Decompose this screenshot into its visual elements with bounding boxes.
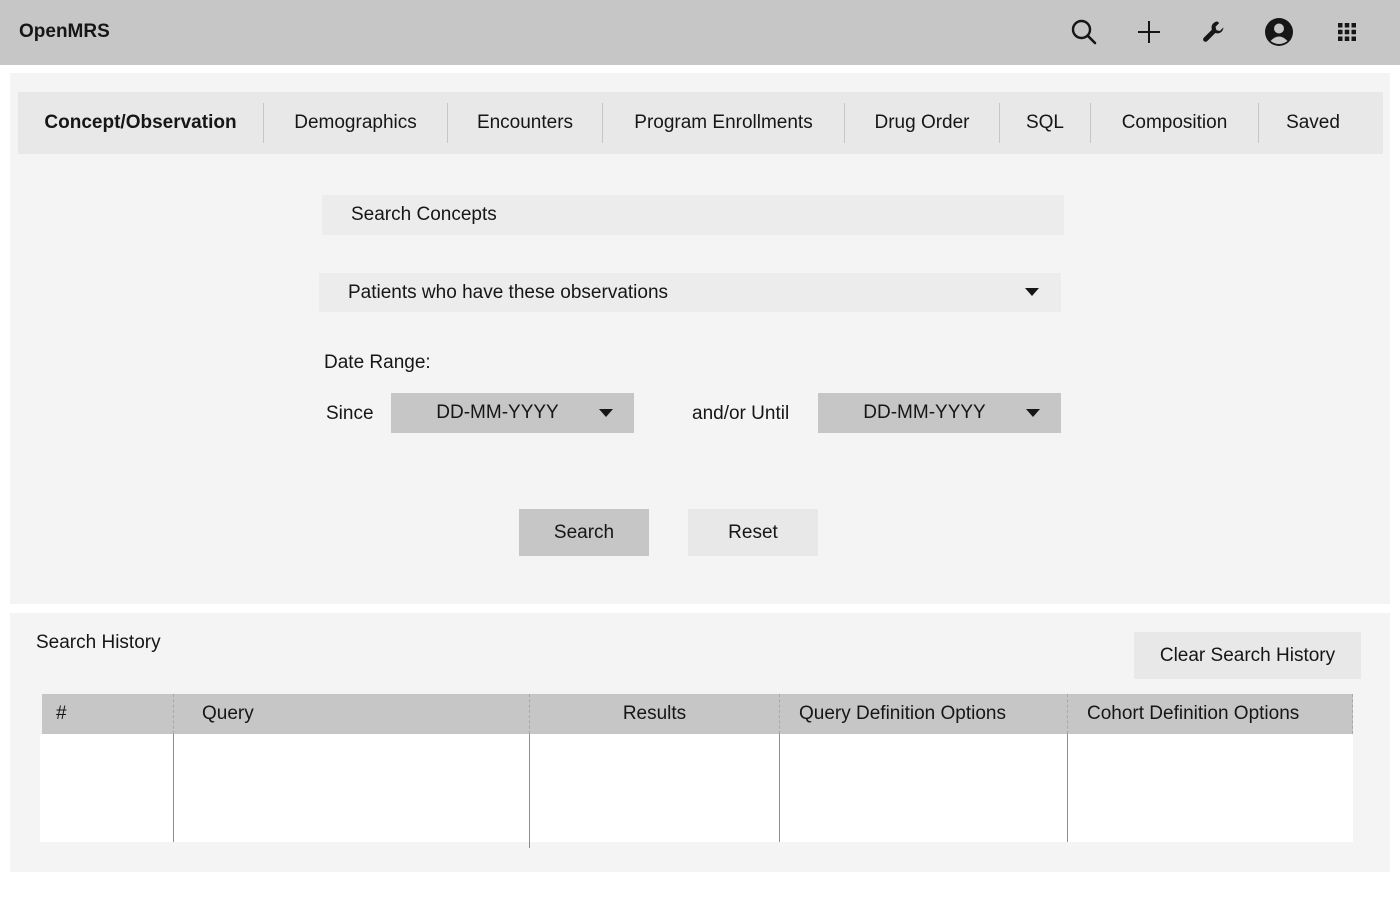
since-label: Since <box>326 403 374 424</box>
brand-name[interactable]: OpenMRS <box>19 21 110 43</box>
column-divider <box>1067 734 1068 842</box>
table-body <box>40 734 1353 848</box>
chevron-down-icon <box>1026 409 1040 417</box>
search-concepts-input[interactable] <box>322 195 1064 235</box>
column-header-cohort-definition-options: Cohort Definition Options <box>1068 694 1353 734</box>
tab-concept-observation[interactable]: Concept/Observation <box>18 103 264 143</box>
app-switcher-icon[interactable] <box>1329 14 1365 50</box>
tab-demographics[interactable]: Demographics <box>264 103 448 143</box>
search-icon[interactable] <box>1066 14 1102 50</box>
chevron-down-icon <box>1025 288 1039 296</box>
tab-composition[interactable]: Composition <box>1091 103 1259 143</box>
date-range-label: Date Range: <box>324 352 431 373</box>
add-icon[interactable] <box>1131 14 1167 50</box>
column-header-results: Results <box>530 694 780 734</box>
table-header: # Query Results Query Definition Options… <box>42 694 1353 734</box>
column-divider <box>173 734 174 842</box>
until-date-picker[interactable]: DD-MM-YYYY <box>818 393 1061 433</box>
since-date-picker[interactable]: DD-MM-YYYY <box>391 393 634 433</box>
until-label: and/or Until <box>692 403 790 424</box>
until-date-value: DD-MM-YYYY <box>863 402 986 423</box>
search-button[interactable]: Search <box>519 509 649 556</box>
observation-filter-select[interactable]: Patients who have these observations <box>319 273 1061 312</box>
tab-saved[interactable]: Saved <box>1259 103 1367 143</box>
search-history-title: Search History <box>36 632 161 653</box>
search-history-table: # Query Results Query Definition Options… <box>40 694 1353 848</box>
user-avatar-icon[interactable] <box>1261 14 1297 50</box>
tab-drug-order[interactable]: Drug Order <box>845 103 1000 143</box>
column-divider <box>779 734 780 842</box>
top-header: OpenMRS <box>0 0 1400 65</box>
column-header-query: Query <box>174 694 530 734</box>
column-divider <box>529 734 530 848</box>
chevron-down-icon <box>599 409 613 417</box>
clear-search-history-button[interactable]: Clear Search History <box>1134 632 1361 679</box>
tab-sql[interactable]: SQL <box>1000 103 1091 143</box>
reset-button[interactable]: Reset <box>688 509 818 556</box>
column-header-query-definition-options: Query Definition Options <box>780 694 1068 734</box>
column-header-index: # <box>42 694 174 734</box>
tab-program-enrollments[interactable]: Program Enrollments <box>603 103 845 143</box>
wrench-icon[interactable] <box>1196 14 1232 50</box>
since-date-value: DD-MM-YYYY <box>436 402 559 423</box>
tab-encounters[interactable]: Encounters <box>448 103 603 143</box>
search-type-tabs: Concept/Observation Demographics Encount… <box>18 92 1383 154</box>
observation-filter-value: Patients who have these observations <box>348 281 669 303</box>
